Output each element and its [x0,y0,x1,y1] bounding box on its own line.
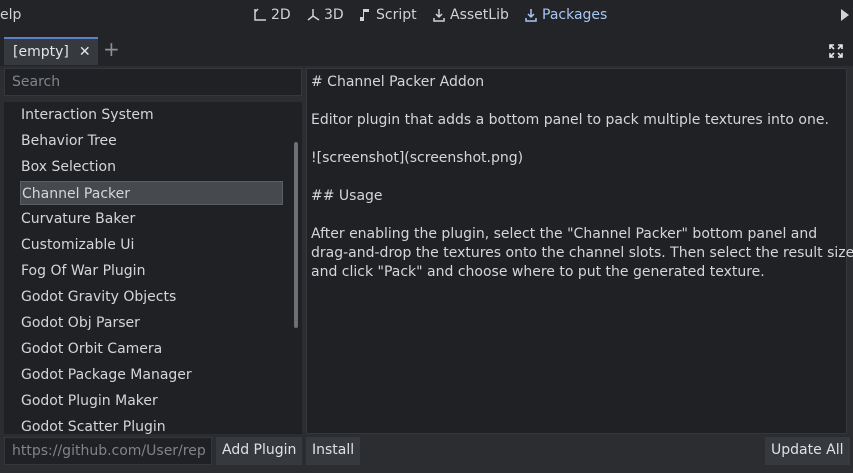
list-item[interactable]: Curvature Baker [21,207,135,231]
add-plugin-button[interactable]: Add Plugin [216,437,303,465]
help-menu[interactable]: elp [0,7,21,23]
bottom-bar: https://github.com/User/rep Add Plugin I… [0,437,853,473]
top-bar: elp 2D 3D Script AssetLib Packages [0,0,853,32]
fullscreen-icon[interactable] [829,44,843,58]
list-item-selected[interactable]: Channel Packer [20,181,283,205]
scrollbar[interactable] [294,142,298,328]
add-tab-icon[interactable]: + [103,39,120,59]
download-icon [433,9,445,22]
workspace-packages-button[interactable]: Packages [524,7,607,23]
list-item[interactable]: Customizable Ui [21,233,134,257]
url-input[interactable]: https://github.com/User/rep [4,437,212,465]
readme-line: # Channel Packer Addon [311,74,485,90]
readme-panel: # Channel Packer Addon Editor plugin tha… [306,68,853,434]
update-all-button[interactable]: Update All [765,437,850,465]
workspace-label: 2D [271,7,291,23]
close-icon[interactable]: ✕ [79,44,91,60]
package-download-icon [525,9,537,22]
play-icon[interactable] [841,9,849,21]
search-input[interactable]: Search [4,68,302,96]
plugin-list-panel: Search Interaction System Behavior Tree … [4,68,302,434]
list-item[interactable]: Behavior Tree [21,129,117,153]
install-button[interactable]: Install [306,437,361,465]
plugin-list: Interaction System Behavior Tree Box Sel… [4,102,302,434]
workspace-assetlib-button[interactable]: AssetLib [432,7,509,23]
readme-line: ![screenshot](screenshot.png) [311,150,524,166]
list-item[interactable]: Interaction System [21,103,154,127]
workspace-label: AssetLib [450,7,509,23]
tab-label: [empty] [13,44,69,60]
workspace-3d-button[interactable]: 3D [306,7,344,23]
tab-empty[interactable]: [empty] ✕ [4,37,98,65]
workspace-label: 3D [324,7,344,23]
readme-line: Editor plugin that adds a bottom panel t… [311,112,829,128]
readme-line: ## Usage [311,188,383,204]
script-icon [360,9,369,21]
readme-line: After enabling the plugin, select the "C… [311,226,818,242]
list-item[interactable]: Godot Orbit Camera [21,337,162,361]
list-item[interactable]: Fog Of War Plugin [21,259,145,283]
list-item[interactable]: Godot Obj Parser [21,311,140,335]
3d-icon [307,9,320,21]
list-item[interactable]: Godot Plugin Maker [21,389,158,413]
readme-line: drag-and-drop the textures onto the chan… [311,245,853,261]
tab-bar: [empty] ✕ + [0,32,853,66]
workspace-label: Script [376,7,417,23]
list-item[interactable]: Godot Gravity Objects [21,285,176,309]
list-item[interactable]: Godot Scatter Plugin [21,415,166,434]
2d-icon [254,8,266,21]
readme-line: and click "Pack" and choose where to put… [311,264,765,280]
workspace-script-button[interactable]: Script [358,7,417,23]
workspace-label: Packages [542,7,608,23]
workspace-2d-button[interactable]: 2D [253,7,291,23]
list-item[interactable]: Box Selection [21,155,116,179]
list-item[interactable]: Godot Package Manager [21,363,192,387]
